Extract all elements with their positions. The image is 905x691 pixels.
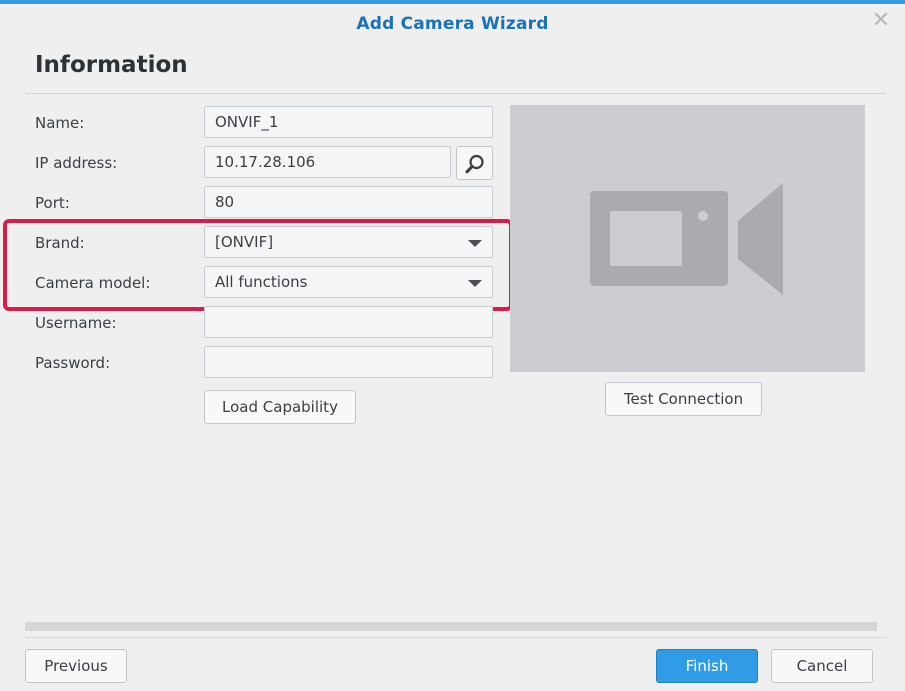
previous-button[interactable]: Previous — [25, 649, 127, 683]
username-label: Username: — [35, 314, 117, 332]
section-divider — [25, 93, 886, 94]
horizontal-scrollbar[interactable] — [25, 622, 877, 631]
chevron-down-icon — [468, 240, 482, 247]
cancel-button[interactable]: Cancel — [771, 649, 873, 683]
chevron-down-icon — [468, 280, 482, 287]
ip-address-input[interactable] — [204, 146, 451, 178]
dialog-title: Add Camera Wizard — [356, 14, 549, 34]
brand-select-value: [ONVIF] — [215, 233, 274, 251]
footer-divider — [25, 637, 886, 638]
brand-select[interactable]: [ONVIF] — [204, 226, 493, 258]
close-icon[interactable]: ✕ — [870, 10, 892, 32]
load-capability-button[interactable]: Load Capability — [204, 390, 356, 424]
window-top-strip — [0, 0, 905, 4]
password-label: Password: — [35, 354, 111, 372]
port-label: Port: — [35, 194, 70, 212]
test-connection-button[interactable]: Test Connection — [605, 382, 762, 416]
ip-address-label: IP address: — [35, 154, 118, 172]
camera-model-select[interactable]: All functions — [204, 266, 493, 298]
finish-button[interactable]: Finish — [656, 649, 758, 683]
password-input[interactable] — [204, 346, 493, 378]
camera-preview — [510, 105, 865, 372]
search-camera-button[interactable] — [456, 146, 493, 180]
section-title: Information — [35, 52, 188, 78]
brand-label: Brand: — [35, 234, 85, 252]
port-input[interactable] — [204, 186, 493, 218]
camera-model-label: Camera model: — [35, 274, 151, 292]
username-input[interactable] — [204, 306, 493, 338]
name-label: Name: — [35, 114, 85, 132]
camera-model-select-value: All functions — [215, 273, 308, 291]
name-input[interactable] — [204, 106, 493, 138]
